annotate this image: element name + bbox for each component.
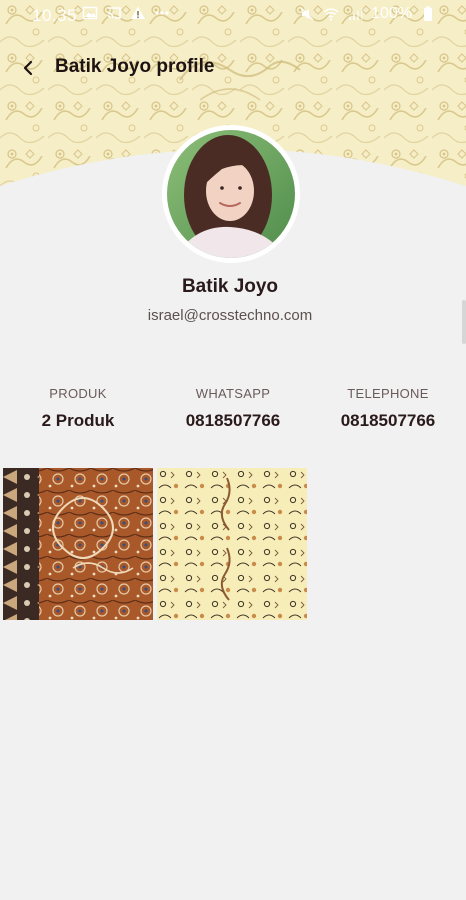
stat-label-produk: PRODUK — [49, 386, 107, 401]
profile-name: Batik Joyo — [181, 276, 279, 297]
stat-label-telephone: TELEPHONE — [347, 386, 429, 401]
product-tile-1[interactable] — [3, 468, 153, 620]
profile-email: israel@crosstechno.com — [147, 307, 313, 324]
cast-icon — [107, 7, 121, 19]
scrollbar[interactable] — [462, 300, 466, 344]
back-arrow-icon — [23, 60, 33, 76]
warning-icon — [131, 6, 145, 19]
stat-label-whatsapp: WHATSAPP — [195, 386, 271, 401]
avatar-photo — [162, 125, 300, 263]
status-time: 10.35 — [32, 6, 78, 25]
batik-cream-fabric-image — [157, 468, 307, 620]
stat-produk[interactable]: PRODUK 2 Produk — [8, 386, 148, 431]
status-left-icons — [82, 5, 170, 21]
stats-row: PRODUK 2 Produk WHATSAPP 0818507766 TELE… — [0, 386, 466, 436]
stat-value-telephone: 0818507766 — [340, 411, 436, 430]
stat-whatsapp[interactable]: WHATSAPP 0818507766 — [163, 386, 303, 431]
stat-value-produk: 2 Produk — [41, 411, 115, 430]
battery-icon — [424, 6, 432, 21]
mute-icon — [300, 7, 314, 21]
avatar — [162, 125, 300, 263]
app-bar: Batik Joyo profile — [0, 48, 466, 88]
product-grid — [3, 468, 307, 620]
batik-brown-fabric-image — [3, 468, 153, 620]
back-button[interactable] — [12, 52, 44, 84]
page-title: Batik Joyo profile — [55, 56, 215, 77]
status-right-icons: 100% — [299, 5, 436, 23]
battery-percent: 100% — [371, 5, 412, 22]
wifi-icon — [323, 8, 339, 21]
status-bar: 10.35 100% — [0, 0, 466, 30]
signal-icon — [349, 8, 363, 20]
stat-telephone[interactable]: TELEPHONE 0818507766 — [318, 386, 458, 431]
stat-value-whatsapp: 0818507766 — [185, 411, 281, 430]
product-tile-2[interactable] — [157, 468, 307, 620]
more-dots-icon — [155, 11, 169, 15]
image-icon — [82, 6, 98, 20]
